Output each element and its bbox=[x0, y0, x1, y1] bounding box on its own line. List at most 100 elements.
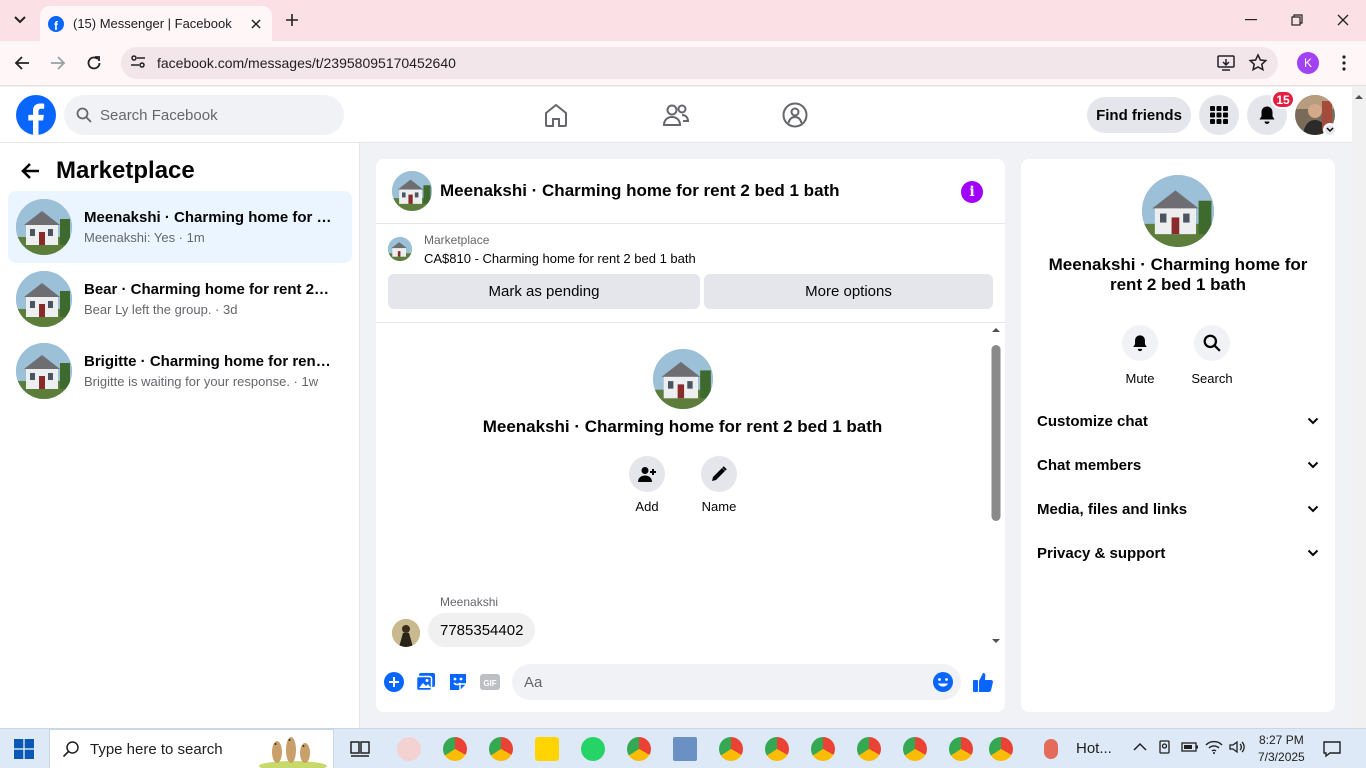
add-people-button[interactable]: Add bbox=[617, 456, 677, 514]
edit-name-button[interactable]: Name bbox=[689, 456, 749, 514]
section-label: Media, files and links bbox=[1037, 500, 1188, 518]
facebook-logo-icon[interactable] bbox=[16, 95, 56, 135]
windows-start-icon[interactable] bbox=[14, 739, 34, 759]
more-options-button[interactable]: More options bbox=[704, 274, 993, 309]
mark-as-pending-button[interactable]: Mark as pending bbox=[388, 274, 700, 309]
battery-icon[interactable] bbox=[1181, 739, 1199, 757]
conversation-preview: Bear Ly left the group. · 3d bbox=[84, 302, 238, 317]
account-avatar[interactable] bbox=[1295, 95, 1337, 137]
close-window-icon[interactable] bbox=[1331, 10, 1355, 30]
sticky-notes-icon[interactable] bbox=[535, 737, 559, 761]
task-view-icon[interactable] bbox=[348, 737, 372, 761]
media-files-links-section[interactable]: Media, files and links bbox=[1037, 489, 1319, 529]
mute-button[interactable]: Mute bbox=[1110, 325, 1170, 386]
thumbs-up-icon[interactable] bbox=[972, 671, 994, 693]
chrome-profile-k-icon[interactable] bbox=[719, 737, 743, 761]
windows-taskbar: Type here to search Hot... 8:27 PM 7/3/2… bbox=[0, 728, 1366, 768]
marketplace-listing-info[interactable]: Marketplace CA$810 - Charming home for r… bbox=[388, 233, 696, 266]
add-person-icon bbox=[629, 456, 665, 492]
chrome-profile-a2-icon[interactable] bbox=[811, 737, 835, 761]
page-scrollbar[interactable] bbox=[1352, 87, 1366, 727]
mute-label: Mute bbox=[1125, 371, 1155, 386]
chrome-profile-j2-icon[interactable] bbox=[903, 737, 927, 761]
chevron-down-icon bbox=[1307, 505, 1319, 513]
clock-time: 8:27 PM bbox=[1259, 733, 1304, 747]
search-in-conversation-button[interactable]: Search bbox=[1182, 325, 1242, 386]
photos-app-icon[interactable] bbox=[673, 737, 697, 761]
weather-text[interactable]: Hot... bbox=[1076, 740, 1112, 757]
chrome-profile-a3-icon[interactable] bbox=[949, 737, 973, 761]
site-settings-icon[interactable] bbox=[129, 53, 147, 71]
volume-icon[interactable] bbox=[1228, 739, 1246, 757]
conversation-item-meenakshi[interactable]: Meenakshi · Charming home for r... Meena… bbox=[8, 191, 352, 263]
notification-center-icon[interactable] bbox=[1322, 739, 1342, 759]
plus-circle-icon[interactable] bbox=[383, 671, 405, 693]
close-tab-icon[interactable] bbox=[246, 14, 266, 34]
address-bar[interactable]: facebook.com/messages/t/2395809517045264… bbox=[121, 47, 1278, 79]
minimize-icon[interactable] bbox=[1239, 10, 1263, 30]
snipping-tool-icon[interactable] bbox=[397, 737, 421, 761]
friends-icon[interactable] bbox=[662, 101, 690, 129]
install-app-icon[interactable] bbox=[1216, 53, 1236, 73]
url-text: facebook.com/messages/t/2395809517045264… bbox=[157, 55, 456, 71]
thermometer-weather-icon[interactable] bbox=[1044, 739, 1058, 759]
home-icon[interactable] bbox=[542, 101, 570, 129]
listing-price-title: CA$810 - Charming home for rent 2 bed 1 … bbox=[424, 251, 696, 266]
thread-title: Meenakshi · Charming home for rent 2 bed… bbox=[482, 417, 883, 436]
emoji-icon[interactable] bbox=[932, 671, 954, 693]
reload-icon[interactable] bbox=[83, 52, 105, 74]
info-icon[interactable]: i bbox=[961, 181, 983, 203]
chat-members-section[interactable]: Chat members bbox=[1037, 445, 1319, 485]
sender-avatar[interactable] bbox=[392, 619, 420, 647]
chrome-icon[interactable] bbox=[489, 737, 513, 761]
svg-text:GIF: GIF bbox=[483, 679, 496, 688]
groups-icon[interactable] bbox=[781, 101, 809, 129]
wifi-icon[interactable] bbox=[1205, 739, 1223, 757]
restore-window-icon[interactable] bbox=[1285, 10, 1309, 30]
browser-tab-messenger[interactable]: f (15) Messenger | Facebook bbox=[40, 6, 272, 41]
sticker-icon[interactable] bbox=[447, 671, 469, 693]
browser-tab-strip: f (15) Messenger | Facebook bbox=[0, 0, 1366, 41]
chat-header-avatar[interactable] bbox=[392, 171, 432, 211]
browser-menu-icon[interactable] bbox=[1334, 52, 1354, 74]
system-clock[interactable]: 8:27 PM 7/3/2025 bbox=[1258, 732, 1305, 766]
meet-now-icon[interactable] bbox=[1157, 739, 1175, 757]
gallery-icon[interactable] bbox=[415, 671, 437, 693]
chrome-active-icon[interactable] bbox=[989, 737, 1013, 761]
back-arrow-icon[interactable] bbox=[11, 52, 33, 74]
menu-grid-icon[interactable] bbox=[1199, 95, 1239, 135]
privacy-support-section[interactable]: Privacy & support bbox=[1037, 533, 1319, 573]
back-arrow-icon[interactable] bbox=[20, 162, 40, 180]
search-input[interactable] bbox=[100, 106, 320, 124]
marketplace-label: Marketplace bbox=[424, 233, 490, 247]
message-input[interactable] bbox=[512, 664, 961, 700]
chat-title[interactable]: Meenakshi · Charming home for rent 2 bed… bbox=[440, 181, 840, 201]
conversation-preview: Brigitte is waiting for your response. ·… bbox=[84, 374, 319, 389]
section-label: Privacy & support bbox=[1037, 544, 1166, 562]
facebook-search-box[interactable] bbox=[64, 95, 344, 135]
find-friends-button[interactable]: Find friends bbox=[1087, 97, 1191, 133]
taskbar-search-box[interactable]: Type here to search bbox=[49, 729, 334, 768]
new-tab-plus-icon[interactable] bbox=[282, 10, 302, 30]
tab-search-chevron-icon[interactable] bbox=[8, 10, 32, 30]
gif-icon[interactable]: GIF bbox=[479, 671, 501, 693]
message-bubble[interactable]: 7785354402 bbox=[428, 613, 536, 647]
chrome-profile-j-icon[interactable] bbox=[857, 737, 881, 761]
chrome-profile-a-icon[interactable] bbox=[627, 737, 651, 761]
bookmark-star-icon[interactable] bbox=[1248, 53, 1268, 73]
whatsapp-icon[interactable] bbox=[581, 737, 605, 761]
browser-toolbar: facebook.com/messages/t/2395809517045264… bbox=[0, 41, 1366, 86]
conversation-item-brigitte[interactable]: Brigitte · Charming home for rent ... Br… bbox=[8, 335, 352, 407]
chrome-profile-s-icon[interactable] bbox=[765, 737, 789, 761]
search-label: Search bbox=[1191, 371, 1233, 386]
tray-chevron-up-icon[interactable] bbox=[1132, 739, 1150, 757]
conversation-item-bear[interactable]: Bear · Charming home for rent 2 b... Bea… bbox=[8, 263, 352, 335]
clock-date: 7/3/2025 bbox=[1258, 750, 1305, 764]
tab-title: (15) Messenger | Facebook bbox=[73, 16, 232, 31]
customize-chat-section[interactable]: Customize chat bbox=[1037, 401, 1319, 441]
account-chevron-down-icon[interactable] bbox=[1323, 123, 1337, 137]
thread-scrollbar[interactable] bbox=[989, 323, 1003, 651]
browser-profile-avatar[interactable]: K bbox=[1297, 52, 1319, 74]
forward-arrow-icon[interactable] bbox=[47, 52, 69, 74]
chrome-icon[interactable] bbox=[443, 737, 467, 761]
